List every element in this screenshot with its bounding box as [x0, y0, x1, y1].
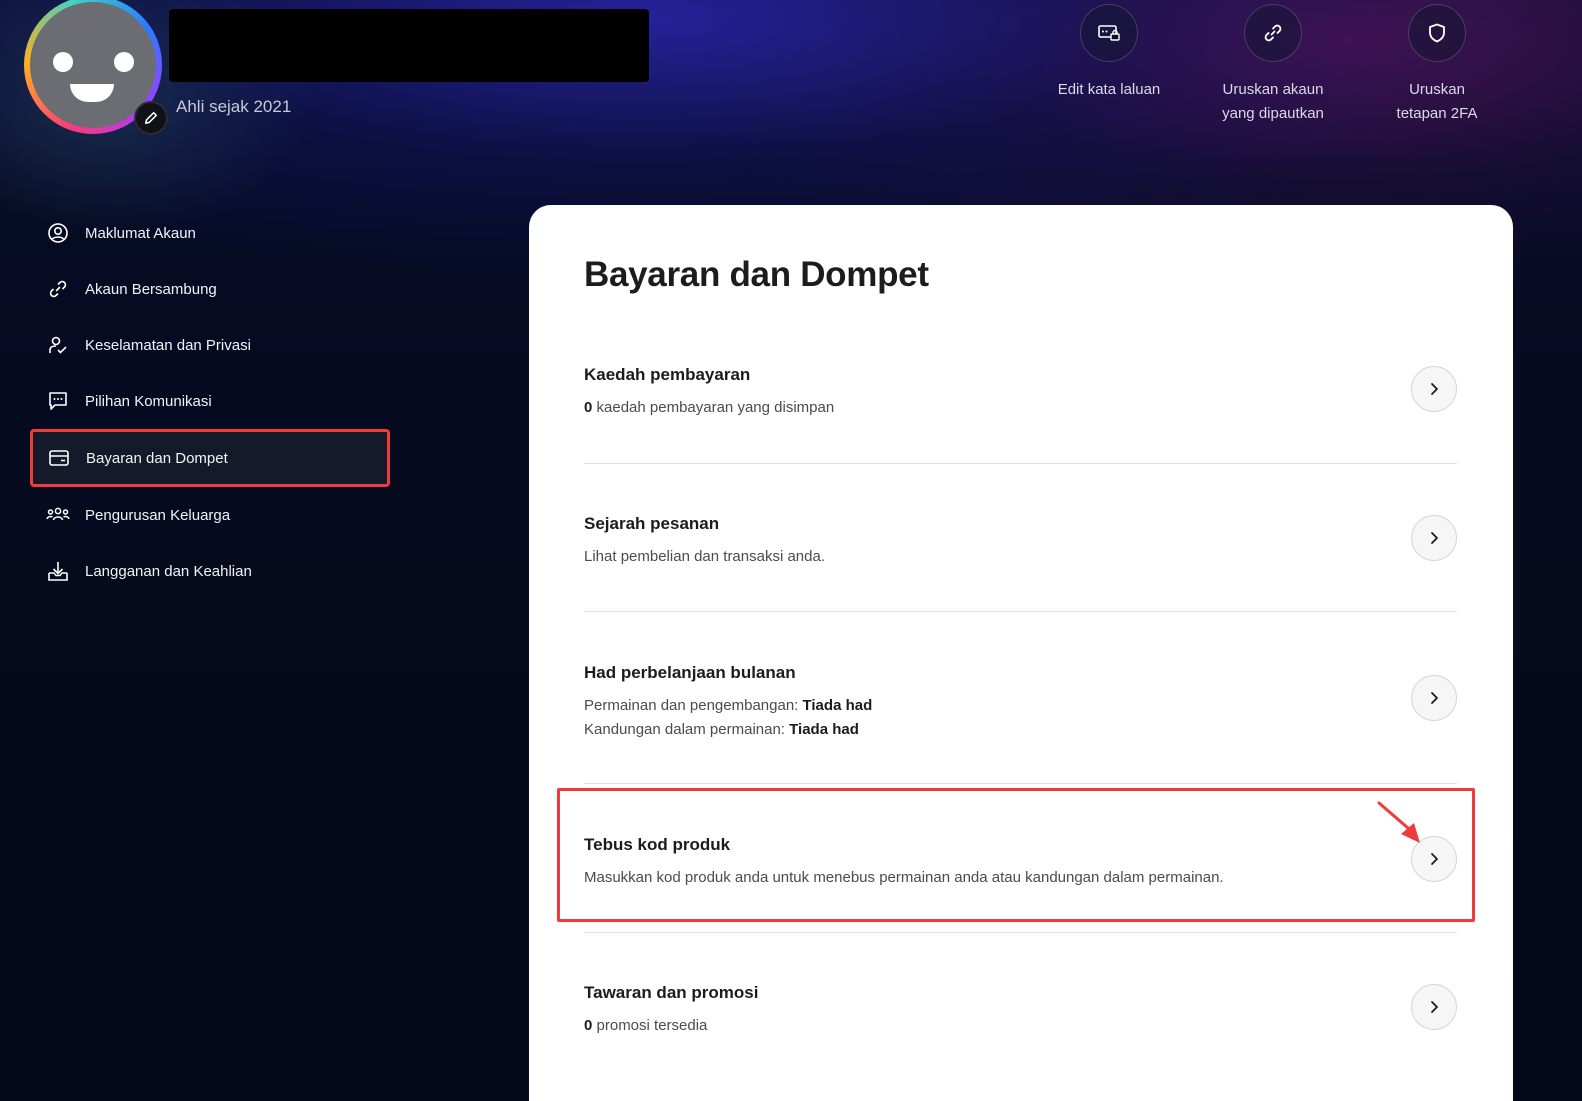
sidebar-item-label: Keselamatan dan Privasi [85, 336, 251, 354]
link-icon [46, 277, 70, 301]
sidebar-item-family[interactable]: Pengurusan Keluarga [30, 487, 390, 543]
sidebar-item-security-privacy[interactable]: Keselamatan dan Privasi [30, 317, 390, 373]
chevron-right-icon [1431, 383, 1438, 395]
section-title: Sejarah pesanan [584, 514, 720, 533]
user-circle-icon [46, 221, 70, 245]
chat-icon [46, 389, 70, 413]
section-desc-text: kaedah pembayaran yang disimpan [592, 399, 835, 416]
sidebar-item-label: Langganan dan Keahlian [85, 562, 252, 580]
section-desc: 0 kaedah pembayaran yang disimpan [584, 396, 1457, 420]
chevron-right-icon [1431, 532, 1438, 544]
shield-icon [1429, 23, 1445, 43]
avatar-mouth [70, 84, 114, 102]
payments-wallet-card: Bayaran dan Dompet Kaedah pembayaran 0 k… [529, 205, 1513, 1101]
limit-value: Tiada had [802, 697, 873, 714]
link-icon [1264, 24, 1282, 42]
limit-line-in-game: Kandungan dalam permainan: Tiada had [584, 718, 1457, 742]
user-lock-icon [46, 333, 70, 357]
page-title: Bayaran dan Dompet [584, 255, 929, 294]
sidebar-item-communication[interactable]: Pilihan Komunikasi [30, 373, 390, 429]
redeem-code-highlight-box [557, 788, 1475, 922]
pencil-icon [144, 111, 158, 125]
member-since: Ahli sejak 2021 [176, 97, 292, 116]
avatar-eye-right [114, 52, 134, 72]
sidebar: Maklumat Akaun Akaun Bersambung Keselama… [30, 205, 390, 599]
avatar-eye-left [53, 52, 73, 72]
section-divider [584, 463, 1457, 464]
display-name-redacted [169, 9, 649, 82]
sidebar-item-label: Pilihan Komunikasi [85, 392, 212, 410]
quick-action-label: yang dipautkan [1222, 105, 1324, 122]
sidebar-item-label: Pengurusan Keluarga [85, 506, 231, 524]
section-desc: 0 promosi tersedia [584, 1014, 1457, 1038]
annotation-arrow-icon [1377, 801, 1420, 843]
sidebar-item-label: Maklumat Akaun [85, 224, 196, 242]
section-offers-promotions[interactable]: Tawaran dan promosi 0 promosi tersedia [584, 983, 1457, 1053]
quick-action-label: Uruskan [1409, 81, 1465, 98]
password-lock-icon [1098, 25, 1120, 41]
payment-methods-arrow-button[interactable] [1411, 366, 1457, 412]
quick-action-circle[interactable] [1080, 4, 1138, 62]
section-divider [584, 932, 1457, 933]
sidebar-item-account-info[interactable]: Maklumat Akaun [30, 205, 390, 261]
profile-header: Ahli sejak 2021 [0, 0, 700, 160]
sidebar-item-label: Bayaran dan Dompet [86, 449, 228, 467]
quick-action-circle[interactable] [1408, 4, 1466, 62]
chevron-right-icon [1431, 1001, 1438, 1013]
section-title: Had perbelanjaan bulanan [584, 663, 796, 682]
limit-label: Permainan dan pengembangan: [584, 697, 803, 714]
quick-action-label: tetapan 2FA [1396, 105, 1478, 122]
edit-password-action[interactable]: Edit kata laluan [1034, 4, 1184, 102]
spending-limit-arrow-button[interactable] [1411, 675, 1457, 721]
chevron-right-icon [1431, 692, 1438, 704]
wallet-icon [47, 446, 71, 470]
limit-line-games: Permainan dan pengembangan: Tiada had [584, 694, 1457, 718]
sidebar-item-payments-wallet[interactable]: Bayaran dan Dompet [30, 429, 390, 487]
quick-action-label: Uruskan akaun [1222, 81, 1324, 98]
sidebar-item-label: Akaun Bersambung [85, 280, 217, 298]
offers-arrow-button[interactable] [1411, 984, 1457, 1030]
section-desc: Lihat pembelian dan transaksi anda. [584, 548, 825, 565]
edit-avatar-button[interactable] [134, 101, 168, 135]
quick-action-circle[interactable] [1244, 4, 1302, 62]
family-icon [46, 503, 70, 527]
section-desc: Permainan dan pengembangan: Tiada had Ka… [584, 694, 1457, 742]
quick-action-label: Edit kata laluan [1057, 81, 1161, 98]
limit-value: Tiada had [789, 721, 859, 738]
section-divider [584, 611, 1457, 612]
sidebar-item-connected-accounts[interactable]: Akaun Bersambung [30, 261, 390, 317]
section-desc-text: promosi tersedia [592, 1017, 708, 1034]
section-title: Kaedah pembayaran [584, 365, 751, 384]
manage-linked-accounts-action[interactable]: Uruskan akaun yang dipautkan [1198, 4, 1348, 126]
section-order-history[interactable]: Sejarah pesanan Lihat pembelian dan tran… [584, 514, 1457, 584]
section-divider [584, 783, 1457, 784]
section-monthly-spending-limit[interactable]: Had perbelanjaan bulanan Permainan dan p… [584, 663, 1457, 753]
manage-2fa-action[interactable]: Uruskan tetapan 2FA [1362, 4, 1512, 126]
section-payment-methods[interactable]: Kaedah pembayaran 0 kaedah pembayaran ya… [584, 365, 1457, 435]
order-history-arrow-button[interactable] [1411, 515, 1457, 561]
sidebar-item-subscriptions[interactable]: Langganan dan Keahlian [30, 543, 390, 599]
section-title: Tawaran dan promosi [584, 983, 759, 1002]
limit-label: Kandungan dalam permainan: [584, 721, 790, 738]
download-tray-icon [46, 559, 70, 583]
